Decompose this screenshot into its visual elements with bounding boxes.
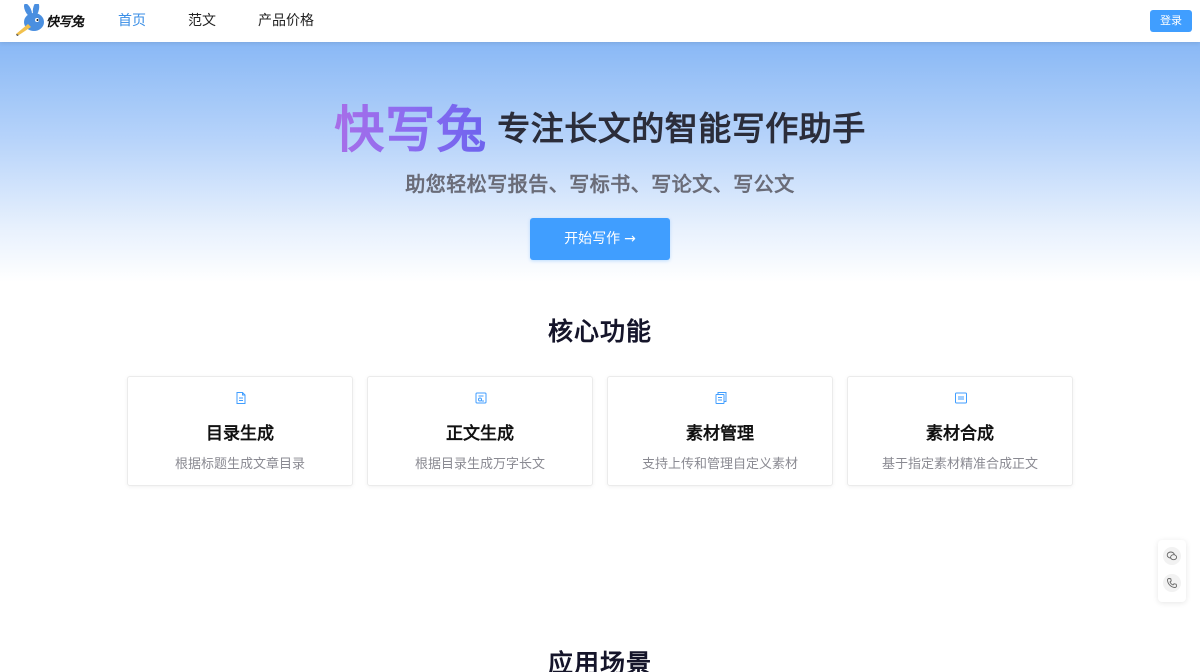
logo[interactable]: 快写兔 — [14, 4, 94, 36]
nav-item-pricing[interactable]: 产品价格 — [258, 0, 314, 42]
arrow-right-icon: → — [624, 231, 636, 247]
wechat-icon — [1166, 551, 1178, 561]
feature-title: 素材管理 — [686, 424, 754, 444]
feature-desc: 根据标题生成文章目录 — [174, 457, 305, 472]
features-grid: 目录生成 根据标题生成文章目录 正文生成 根据目录生成万字长文 素材管理 支持上… — [127, 376, 1073, 486]
phone-icon — [1167, 578, 1177, 588]
start-writing-label: 开始写作 — [564, 231, 621, 247]
logo-text: 快写兔 — [46, 14, 84, 30]
feature-desc: 基于指定素材精准合成正文 — [881, 457, 1038, 472]
files-icon — [715, 392, 727, 404]
hero-title: 快写兔 专注长文的智能写作助手 — [0, 90, 1200, 162]
top-header: 快写兔 首页 范文 产品价格 登录 — [0, 0, 1200, 42]
hero-subtitle: 助您轻松写报告、写标书、写论文、写公文 — [405, 172, 795, 196]
features-title: 核心功能 — [547, 317, 652, 346]
rabbit-logo-icon — [16, 4, 44, 36]
feature-card-synthesis[interactable]: 素材合成 基于指定素材精准合成正文 — [847, 376, 1073, 486]
feature-card-outline[interactable]: 目录生成 根据标题生成文章目录 — [127, 376, 353, 486]
phone-contact-button[interactable] — [1163, 574, 1181, 592]
nav-item-samples[interactable]: 范文 — [188, 0, 216, 42]
hero-banner: 快写兔 专注长文的智能写作助手 助您轻松写报告、写标书、写论文、写公文 开始写作 → — [0, 42, 1200, 282]
feature-card-materials[interactable]: 素材管理 支持上传和管理自定义素材 — [607, 376, 833, 486]
edit-document-icon — [475, 392, 487, 404]
feature-title: 素材合成 — [926, 424, 994, 444]
feature-desc: 根据目录生成万字长文 — [414, 457, 545, 472]
start-writing-button[interactable]: 开始写作 → — [530, 218, 670, 260]
document-icon — [236, 392, 246, 404]
feature-card-body[interactable]: 正文生成 根据目录生成万字长文 — [367, 376, 593, 486]
feature-title: 正文生成 — [446, 424, 514, 444]
login-button[interactable]: 登录 — [1150, 10, 1192, 32]
hero-slogan: 专注长文的智能写作助手 — [497, 109, 866, 148]
feature-title: 目录生成 — [206, 424, 274, 444]
feature-desc: 支持上传和管理自定义素材 — [641, 457, 798, 472]
main-nav: 首页 范文 产品价格 — [118, 0, 356, 42]
wechat-contact-button[interactable] — [1163, 547, 1181, 565]
nav-item-home[interactable]: 首页 — [118, 0, 146, 42]
merge-icon — [955, 392, 967, 404]
floating-toolbar — [1158, 540, 1186, 602]
hero-brand: 快写兔 — [334, 101, 488, 159]
scenarios-title: 应用场景 — [547, 649, 652, 672]
